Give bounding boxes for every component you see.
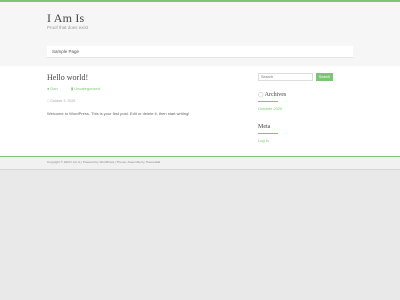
- archive-link[interactable]: October 2020: [258, 106, 282, 111]
- footer-copyright: Copyright © 2020 I Am Is | Powered by Wo…: [47, 160, 160, 164]
- site-description: Proof that does exist: [47, 25, 89, 30]
- archives-underline: [258, 101, 278, 102]
- folder-icon: ▮: [71, 86, 74, 91]
- post-meta: ●Dan ▮Uncategorized: [47, 86, 100, 91]
- post-author[interactable]: ●Dan: [47, 86, 58, 91]
- post-category[interactable]: ▮Uncategorized: [71, 86, 100, 91]
- search-button[interactable]: Search: [316, 73, 333, 81]
- nav-item-sample-page[interactable]: Sample Page: [52, 49, 79, 54]
- meta-underline: [258, 133, 278, 134]
- archives-title-text: Archives: [264, 92, 287, 98]
- clock-icon: ◯: [258, 93, 264, 98]
- calendar-icon: □: [47, 99, 50, 103]
- login-link[interactable]: Log in: [258, 138, 269, 143]
- primary-nav: Sample Page: [47, 46, 353, 58]
- post-title[interactable]: Hello world!: [47, 73, 88, 82]
- post-category-name[interactable]: Uncategorized: [74, 86, 100, 91]
- site-title[interactable]: I Am Is: [47, 11, 84, 26]
- archives-widget-title: ◯Archives: [258, 92, 286, 98]
- post-author-name[interactable]: Dan: [50, 86, 57, 91]
- search-input[interactable]: [258, 73, 313, 81]
- post-date-text[interactable]: October 3, 2020: [50, 99, 75, 103]
- post-body: Welcome to WordPress. This is your first…: [47, 111, 190, 116]
- meta-widget-title: Meta: [258, 124, 271, 130]
- post-date: □October 3, 2020: [47, 99, 75, 103]
